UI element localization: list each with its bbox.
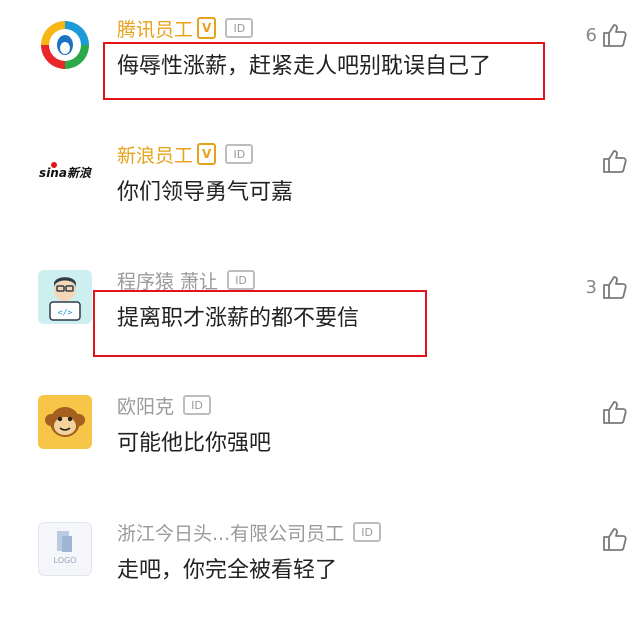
author-row: 程序猿 萧让 ID [117,263,256,297]
id-badge-icon: ID [225,18,254,38]
programmer-avatar[interactable]: </> [38,270,92,324]
comment-item: sina新浪 新浪员工 V ID 你们领导勇气可嘉 [0,143,641,254]
logo-placeholder-text: LOGO [54,556,77,565]
author-name[interactable]: 程序猿 萧让 [117,267,218,294]
comment-text: 可能他比你强吧 [117,431,272,456]
comment-text: 你们领导勇气可嘉 [117,180,294,205]
author-name[interactable]: 浙江今日头...有限公司员工 [117,519,344,546]
monkey-avatar[interactable] [38,395,92,449]
thumbs-up-icon [603,276,627,299]
comment-item: </> 程序猿 萧让 ID 提离职才涨薪的都不要信 3 [0,270,641,380]
thumbs-up-icon [603,528,627,551]
author-row: 欧阳克 ID [117,388,212,422]
author-row: 浙江今日头...有限公司员工 ID [117,515,382,549]
author-row: 腾讯员工 V ID [117,11,254,45]
like-button[interactable] [597,526,627,552]
thumbs-up-icon [603,401,627,424]
id-badge-icon: ID [225,144,254,164]
sina-logo-text: sina新浪 [39,166,92,180]
tencent-avatar[interactable] [38,18,92,72]
author-name[interactable]: 腾讯员工 [117,15,193,42]
thumbs-up-icon [603,24,627,47]
laptop-code-text: </> [58,308,73,317]
comment-item: 欧阳克 ID 可能他比你强吧 [0,395,641,505]
verified-badge-icon: V [197,143,217,165]
comment-text: 走吧，你完全被看轻了 [117,558,338,583]
logo-avatar[interactable]: LOGO [38,522,92,576]
author-name[interactable]: 欧阳克 [117,392,174,419]
comment-text: 提离职才涨薪的都不要信 [117,306,360,331]
comment-item: 腾讯员工 V ID 侮辱性涨薪，赶紧走人吧别耽误自己了 6 [0,17,641,128]
like-button[interactable] [597,148,627,174]
author-row: 新浪员工 V ID [117,137,254,171]
comment-item: LOGO 浙江今日头...有限公司员工 ID 走吧，你完全被看轻了 [0,522,641,632]
id-badge-icon: ID [183,395,212,415]
verified-badge-icon: V [197,17,217,39]
id-badge-icon: ID [353,522,382,542]
like-count: 6 [585,24,597,46]
like-button[interactable]: 3 [586,274,627,300]
like-count: 3 [585,276,597,298]
author-name[interactable]: 新浪员工 [117,141,193,168]
like-button[interactable] [597,399,627,425]
id-badge-icon: ID [227,270,256,290]
like-button[interactable]: 6 [586,22,627,48]
comment-text: 侮辱性涨薪，赶紧走人吧别耽误自己了 [117,54,492,79]
thumbs-up-icon [603,150,627,173]
sina-avatar[interactable]: sina新浪 [38,144,92,198]
